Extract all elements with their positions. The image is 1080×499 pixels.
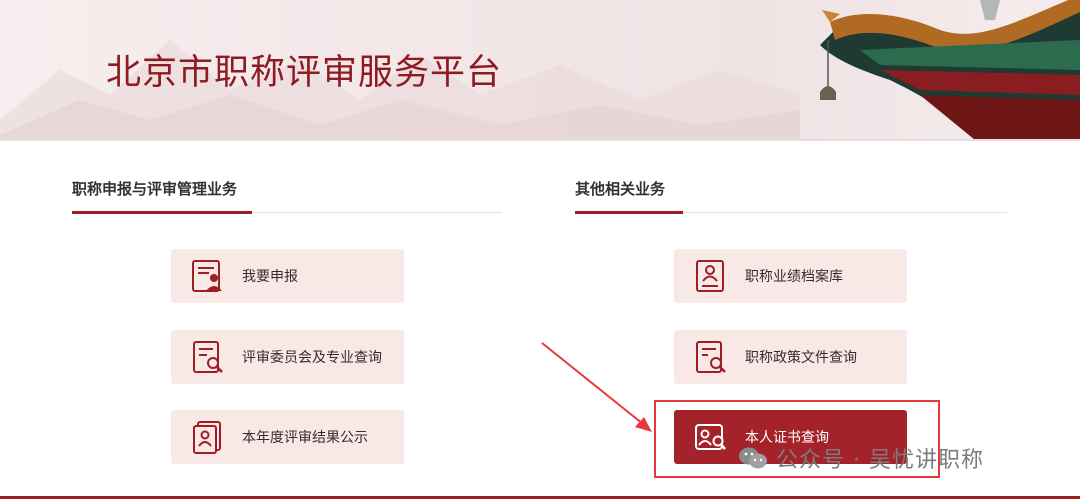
header-divider	[0, 139, 1080, 141]
archive-library-button-label: 职称业绩档案库	[745, 269, 843, 285]
watermark: 公众号 · 吴忧讲职称	[738, 440, 984, 476]
committee-query-button[interactable]: 评审委员会及专业查询	[171, 330, 404, 384]
annual-results-button-label: 本年度评审结果公示	[242, 430, 368, 446]
section-accent-bar	[575, 211, 683, 214]
committee-query-button-label: 评审委员会及专业查询	[242, 350, 382, 366]
profile-archive-icon	[696, 260, 724, 292]
policy-query-button[interactable]: 职称政策文件查询	[674, 330, 907, 384]
section-accent-bar	[72, 211, 252, 214]
page-title: 北京市职称评审服务平台	[106, 53, 503, 93]
document-search-icon	[193, 341, 223, 373]
result-notice-icon	[193, 421, 221, 454]
annual-results-button[interactable]: 本年度评审结果公示	[171, 410, 404, 464]
apply-button-label: 我要申报	[242, 269, 298, 285]
header-banner: 北京市职称评审服务平台	[0, 0, 1080, 140]
applicant-form-icon	[192, 260, 222, 292]
archive-library-button[interactable]: 职称业绩档案库	[674, 249, 907, 303]
apply-button[interactable]: 我要申报	[171, 249, 404, 303]
policy-query-button-label: 职称政策文件查询	[745, 350, 857, 366]
watermark-text: 公众号 · 吴忧讲职称	[776, 448, 984, 473]
section-title-application: 职称申报与评审管理业务	[72, 180, 238, 198]
section-title-other: 其他相关业务	[575, 180, 666, 198]
pagoda-eave-decoration	[820, 0, 1080, 140]
annotation-arrow	[541, 342, 652, 432]
policy-search-icon	[696, 341, 726, 373]
wechat-icon	[739, 447, 767, 469]
